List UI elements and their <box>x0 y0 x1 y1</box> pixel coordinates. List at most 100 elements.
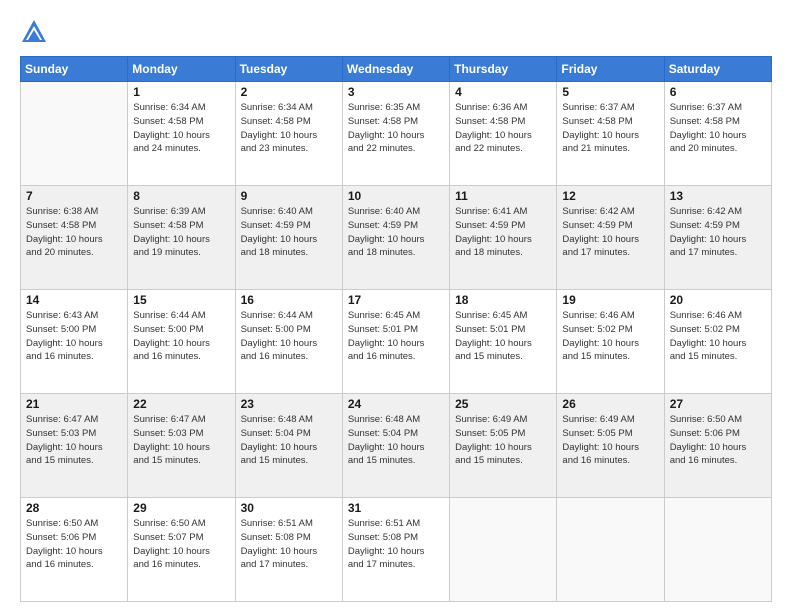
calendar-cell: 4 Sunrise: 6:36 AM Sunset: 4:58 PM Daylig… <box>450 82 557 186</box>
calendar-cell: 27 Sunrise: 6:50 AM Sunset: 5:06 PM Dayli… <box>664 394 771 498</box>
weekday-header: Wednesday <box>342 57 449 82</box>
calendar-cell: 15 Sunrise: 6:44 AM Sunset: 5:00 PM Dayli… <box>128 290 235 394</box>
calendar-cell: 2Sunrise: 6:34 AM Sunset: 4:58 PM Daylig… <box>235 82 342 186</box>
day-info: Sunrise: 6:34 AM Sunset: 4:58 PM Dayligh… <box>133 101 229 156</box>
calendar-cell: 20 Sunrise: 6:46 AM Sunset: 5:02 PM Dayli… <box>664 290 771 394</box>
day-info: Sunrise: 6:42 AM Sunset: 4:59 PM Dayligh… <box>670 205 766 260</box>
page: SundayMondayTuesdayWednesdayThursdayFrid… <box>0 0 792 612</box>
calendar-cell: 7 Sunrise: 6:38 AM Sunset: 4:58 PM Daylig… <box>21 186 128 290</box>
day-number: 24 <box>348 397 444 411</box>
day-number: 7 <box>26 189 122 203</box>
day-info: Sunrise: 6:40 AM Sunset: 4:59 PM Dayligh… <box>241 205 337 260</box>
calendar-week-row: 28 Sunrise: 6:50 AM Sunset: 5:06 PM Dayli… <box>21 498 772 602</box>
day-info: Sunrise: 6:40 AM Sunset: 4:59 PM Dayligh… <box>348 205 444 260</box>
day-info: Sunrise: 6:48 AM Sunset: 5:04 PM Dayligh… <box>241 413 337 468</box>
calendar-cell: 19 Sunrise: 6:46 AM Sunset: 5:02 PM Dayli… <box>557 290 664 394</box>
weekday-header: Tuesday <box>235 57 342 82</box>
calendar-cell <box>557 498 664 602</box>
weekday-header: Thursday <box>450 57 557 82</box>
day-info: Sunrise: 6:51 AM Sunset: 5:08 PM Dayligh… <box>348 517 444 572</box>
calendar-cell: 10 Sunrise: 6:40 AM Sunset: 4:59 PM Dayli… <box>342 186 449 290</box>
calendar-week-row: 7 Sunrise: 6:38 AM Sunset: 4:58 PM Daylig… <box>21 186 772 290</box>
day-info: Sunrise: 6:50 AM Sunset: 5:06 PM Dayligh… <box>26 517 122 572</box>
day-info: Sunrise: 6:42 AM Sunset: 4:59 PM Dayligh… <box>562 205 658 260</box>
day-number: 23 <box>241 397 337 411</box>
day-number: 17 <box>348 293 444 307</box>
day-info: Sunrise: 6:41 AM Sunset: 4:59 PM Dayligh… <box>455 205 551 260</box>
day-info: Sunrise: 6:46 AM Sunset: 5:02 PM Dayligh… <box>562 309 658 364</box>
calendar-cell: 28 Sunrise: 6:50 AM Sunset: 5:06 PM Dayli… <box>21 498 128 602</box>
day-info: Sunrise: 6:49 AM Sunset: 5:05 PM Dayligh… <box>562 413 658 468</box>
weekday-header: Friday <box>557 57 664 82</box>
calendar-cell: 8Sunrise: 6:39 AM Sunset: 4:58 PM Daylig… <box>128 186 235 290</box>
day-number: 13 <box>670 189 766 203</box>
calendar-cell <box>21 82 128 186</box>
day-number: 11 <box>455 189 551 203</box>
day-info: Sunrise: 6:36 AM Sunset: 4:58 PM Dayligh… <box>455 101 551 156</box>
calendar-cell: 31 Sunrise: 6:51 AM Sunset: 5:08 PM Dayli… <box>342 498 449 602</box>
calendar-cell: 18Sunrise: 6:45 AM Sunset: 5:01 PM Dayli… <box>450 290 557 394</box>
day-number: 8 <box>133 189 229 203</box>
day-number: 21 <box>26 397 122 411</box>
day-info: Sunrise: 6:43 AM Sunset: 5:00 PM Dayligh… <box>26 309 122 364</box>
day-info: Sunrise: 6:44 AM Sunset: 5:00 PM Dayligh… <box>133 309 229 364</box>
calendar-cell: 24 Sunrise: 6:48 AM Sunset: 5:04 PM Dayli… <box>342 394 449 498</box>
weekday-header: Sunday <box>21 57 128 82</box>
calendar-cell: 13 Sunrise: 6:42 AM Sunset: 4:59 PM Dayli… <box>664 186 771 290</box>
day-info: Sunrise: 6:49 AM Sunset: 5:05 PM Dayligh… <box>455 413 551 468</box>
calendar-cell: 6Sunrise: 6:37 AM Sunset: 4:58 PM Daylig… <box>664 82 771 186</box>
day-number: 20 <box>670 293 766 307</box>
day-info: Sunrise: 6:45 AM Sunset: 5:01 PM Dayligh… <box>455 309 551 364</box>
day-info: Sunrise: 6:38 AM Sunset: 4:58 PM Dayligh… <box>26 205 122 260</box>
calendar-week-row: 14 Sunrise: 6:43 AM Sunset: 5:00 PM Dayli… <box>21 290 772 394</box>
calendar-cell: 5 Sunrise: 6:37 AM Sunset: 4:58 PM Daylig… <box>557 82 664 186</box>
day-number: 22 <box>133 397 229 411</box>
calendar-cell: 21 Sunrise: 6:47 AM Sunset: 5:03 PM Dayli… <box>21 394 128 498</box>
calendar-cell <box>664 498 771 602</box>
weekday-header: Saturday <box>664 57 771 82</box>
day-info: Sunrise: 6:37 AM Sunset: 4:58 PM Dayligh… <box>562 101 658 156</box>
day-number: 5 <box>562 85 658 99</box>
day-info: Sunrise: 6:48 AM Sunset: 5:04 PM Dayligh… <box>348 413 444 468</box>
day-number: 15 <box>133 293 229 307</box>
calendar-cell: 17 Sunrise: 6:45 AM Sunset: 5:01 PM Dayli… <box>342 290 449 394</box>
day-number: 28 <box>26 501 122 515</box>
calendar-cell: 9Sunrise: 6:40 AM Sunset: 4:59 PM Daylig… <box>235 186 342 290</box>
day-number: 26 <box>562 397 658 411</box>
calendar-week-row: 21 Sunrise: 6:47 AM Sunset: 5:03 PM Dayli… <box>21 394 772 498</box>
calendar-cell: 22 Sunrise: 6:47 AM Sunset: 5:03 PM Dayli… <box>128 394 235 498</box>
calendar-cell: 16Sunrise: 6:44 AM Sunset: 5:00 PM Dayli… <box>235 290 342 394</box>
day-number: 1 <box>133 85 229 99</box>
day-info: Sunrise: 6:46 AM Sunset: 5:02 PM Dayligh… <box>670 309 766 364</box>
day-number: 14 <box>26 293 122 307</box>
day-info: Sunrise: 6:47 AM Sunset: 5:03 PM Dayligh… <box>26 413 122 468</box>
day-number: 29 <box>133 501 229 515</box>
day-info: Sunrise: 6:45 AM Sunset: 5:01 PM Dayligh… <box>348 309 444 364</box>
day-number: 10 <box>348 189 444 203</box>
header <box>20 16 772 46</box>
day-info: Sunrise: 6:35 AM Sunset: 4:58 PM Dayligh… <box>348 101 444 156</box>
calendar-cell: 11 Sunrise: 6:41 AM Sunset: 4:59 PM Dayli… <box>450 186 557 290</box>
calendar-header-row: SundayMondayTuesdayWednesdayThursdayFrid… <box>21 57 772 82</box>
day-info: Sunrise: 6:44 AM Sunset: 5:00 PM Dayligh… <box>241 309 337 364</box>
weekday-header: Monday <box>128 57 235 82</box>
day-number: 19 <box>562 293 658 307</box>
calendar-week-row: 1 Sunrise: 6:34 AM Sunset: 4:58 PM Daylig… <box>21 82 772 186</box>
day-info: Sunrise: 6:50 AM Sunset: 5:06 PM Dayligh… <box>670 413 766 468</box>
day-number: 3 <box>348 85 444 99</box>
calendar-cell: 25Sunrise: 6:49 AM Sunset: 5:05 PM Dayli… <box>450 394 557 498</box>
logo <box>20 16 52 46</box>
day-number: 4 <box>455 85 551 99</box>
calendar-cell: 29 Sunrise: 6:50 AM Sunset: 5:07 PM Dayli… <box>128 498 235 602</box>
day-number: 31 <box>348 501 444 515</box>
day-info: Sunrise: 6:50 AM Sunset: 5:07 PM Dayligh… <box>133 517 229 572</box>
calendar-table: SundayMondayTuesdayWednesdayThursdayFrid… <box>20 56 772 602</box>
calendar-cell <box>450 498 557 602</box>
day-info: Sunrise: 6:34 AM Sunset: 4:58 PM Dayligh… <box>241 101 337 156</box>
day-info: Sunrise: 6:47 AM Sunset: 5:03 PM Dayligh… <box>133 413 229 468</box>
calendar-cell: 14 Sunrise: 6:43 AM Sunset: 5:00 PM Dayli… <box>21 290 128 394</box>
calendar-cell: 3 Sunrise: 6:35 AM Sunset: 4:58 PM Daylig… <box>342 82 449 186</box>
day-number: 27 <box>670 397 766 411</box>
day-info: Sunrise: 6:37 AM Sunset: 4:58 PM Dayligh… <box>670 101 766 156</box>
calendar-cell: 12Sunrise: 6:42 AM Sunset: 4:59 PM Dayli… <box>557 186 664 290</box>
